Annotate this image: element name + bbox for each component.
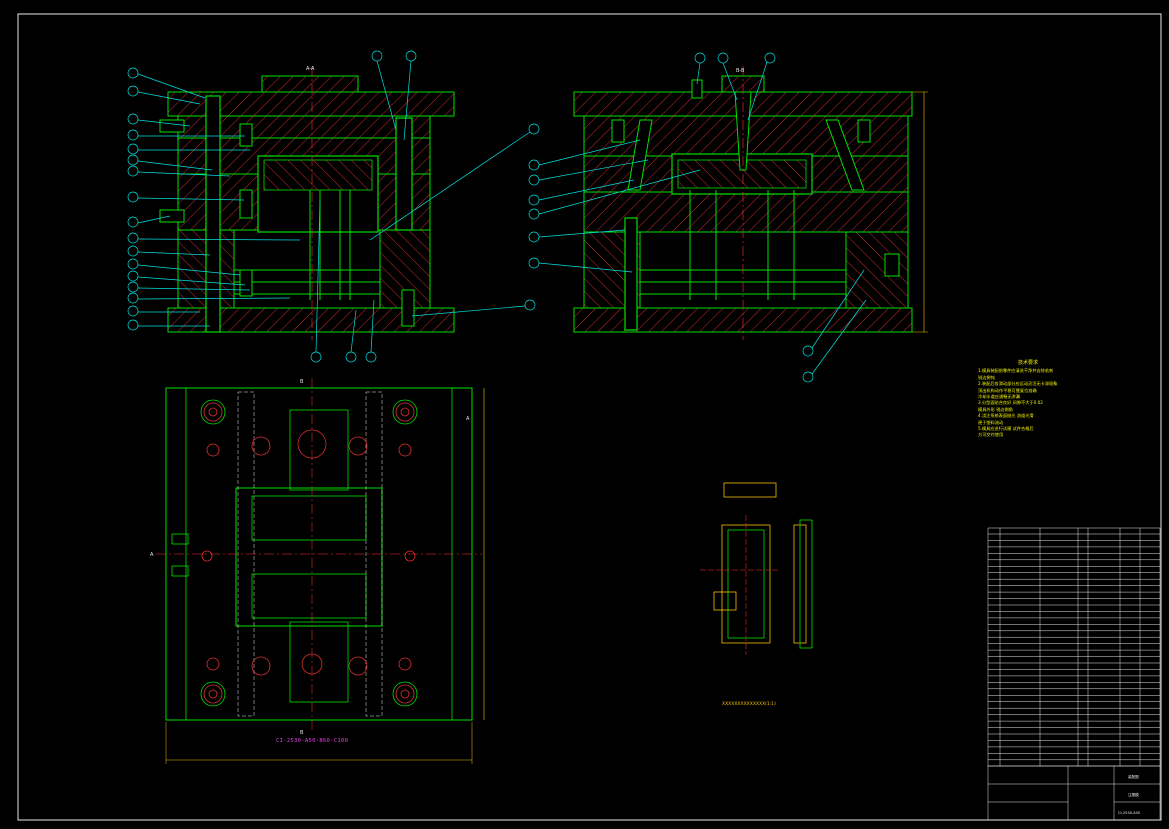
note-line: 方可交付使用	[978, 432, 1004, 438]
section-view-b: B-B	[573, 66, 928, 340]
part-detail-caption: XXXXXXXXXXXXXX(1:1)	[722, 702, 776, 707]
title-block-drawing-name: 注塑模	[1128, 792, 1139, 797]
plan-view: B B A A	[150, 378, 485, 764]
parts-list	[987, 527, 1161, 767]
part-detail-view	[700, 482, 813, 655]
title-block-drawing-number: CI-2530-A50	[1118, 811, 1141, 815]
cut-marker-a-right: A	[466, 416, 470, 422]
cut-marker-b-top: B	[300, 379, 304, 385]
label-section-a: A-A	[306, 66, 315, 72]
notes-title: 技术要求	[1017, 360, 1038, 366]
cut-marker-b-bottom: B	[300, 730, 304, 736]
technical-notes: 技术要求 1.模具装配前零件应清洗干净并去除毛刺 锐边倒钝 2.装配后各滑动部分…	[978, 360, 1078, 439]
plan-view-caption: CI-2530-A50-B60-C100	[276, 738, 349, 744]
title-block-drawing-title: 装配图	[1128, 774, 1139, 779]
label-section-b: B-B	[736, 68, 745, 74]
cut-marker-a-left: A	[150, 552, 154, 558]
